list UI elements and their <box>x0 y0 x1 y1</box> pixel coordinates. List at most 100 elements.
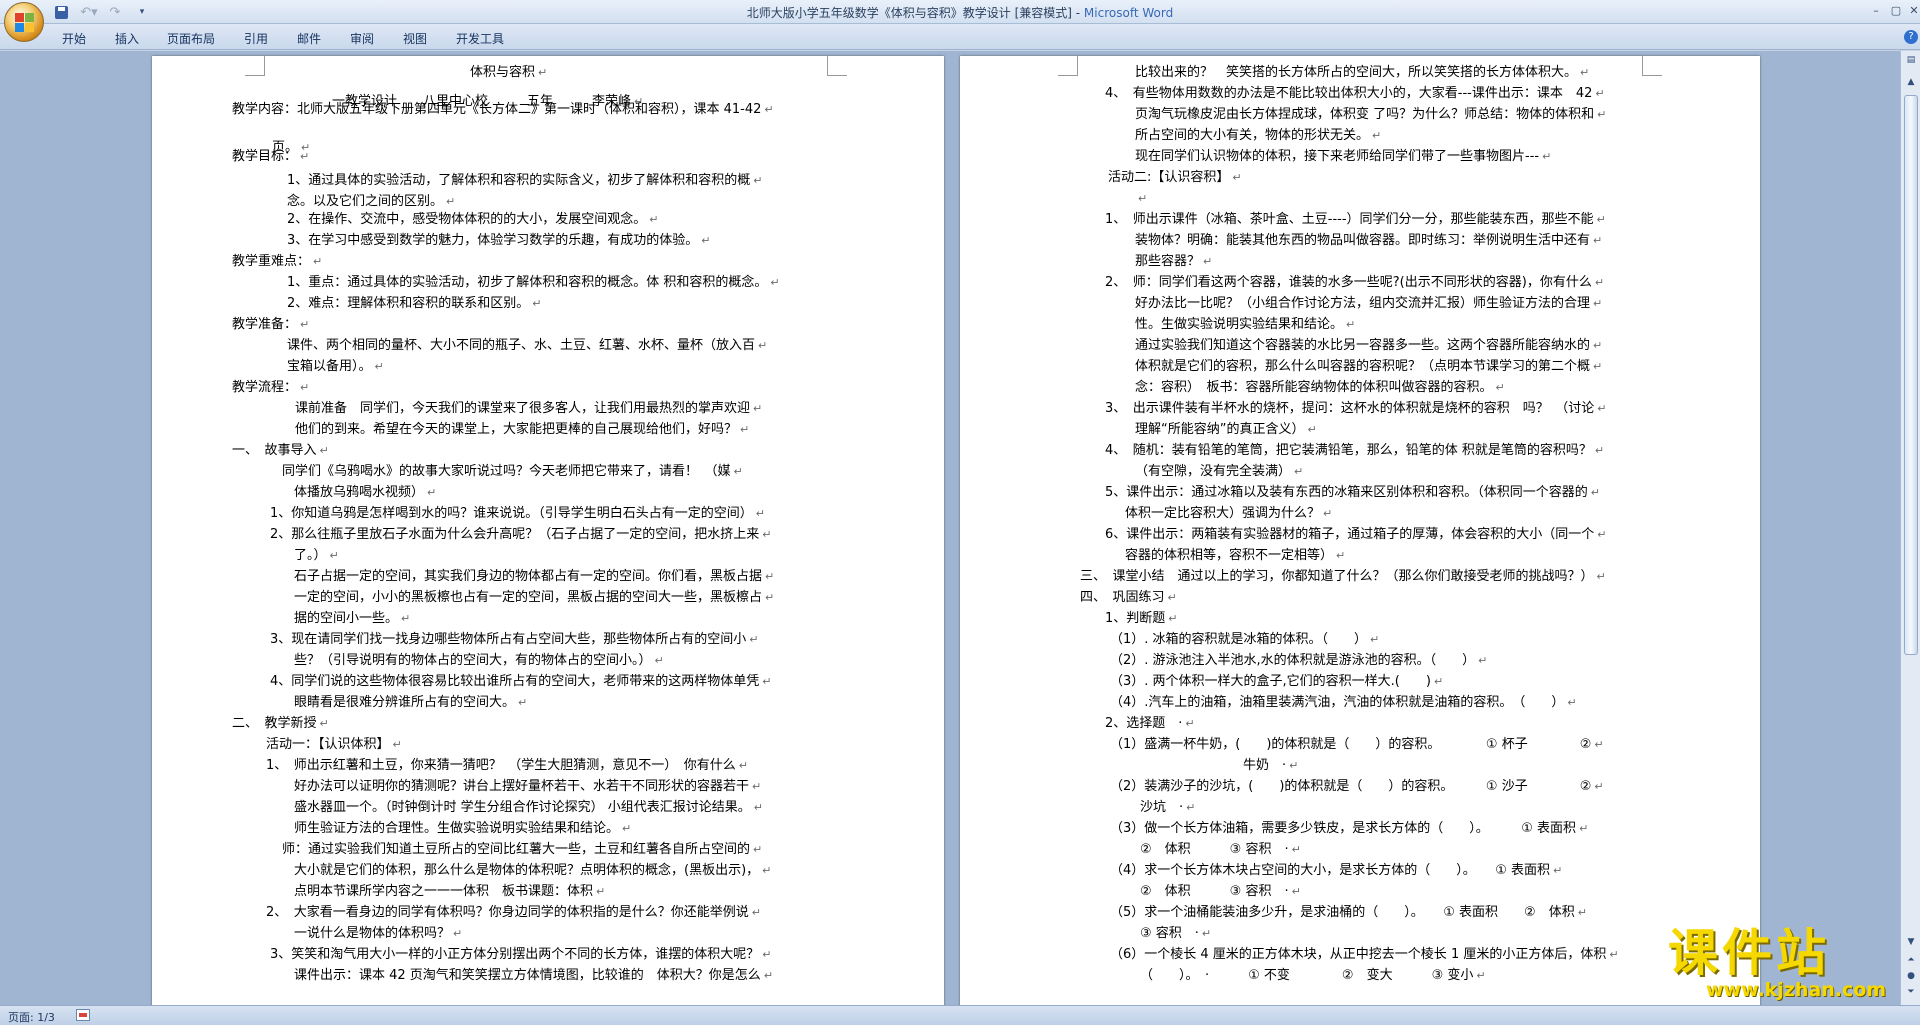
document-line[interactable]: 四、 巩固练习 ↵ <box>1080 587 1177 608</box>
tab-references[interactable]: 引用 <box>244 30 268 47</box>
document-line[interactable]: 石子占据一定的空间，其实我们身边的物体都占有一定的空间。你们看，黑板占据 ↵ <box>294 566 774 587</box>
document-line[interactable]: 页淘气玩橡皮泥由长方体捏成球，体积变 了吗？为什么？师总结：物体的体积和 ↵ <box>1135 104 1606 125</box>
document-line[interactable]: 2、选择题 · ↵ <box>1105 713 1195 734</box>
document-line[interactable]: 同学们《乌鸦喝水》的故事大家听说过吗？今天老师把它带来了，请看！ （媒 ↵ <box>282 461 743 482</box>
next-page-icon[interactable]: ⏷ <box>1903 985 1919 999</box>
document-line[interactable]: 容器的体积相等，容积不一定相等） ↵ <box>1125 545 1345 566</box>
document-line[interactable]: 牛奶 · ↵ <box>1243 755 1298 776</box>
document-line[interactable]: 沙坑 · ↵ <box>1140 797 1195 818</box>
tab-page-layout[interactable]: 页面布局 <box>167 30 215 47</box>
document-line[interactable]: （3）做一个长方体油箱，需要多少铁皮，是求长方体的（ ）。 ① 表面积 ↵ <box>1110 818 1588 839</box>
document-line[interactable]: 1、判断题 ↵ <box>1105 608 1178 629</box>
document-line[interactable]: 大小就是它们的体积，那么什么是物体的体积呢？点明体积的概念，(黑板出示)， ↵ <box>294 860 771 881</box>
office-button[interactable] <box>4 2 44 42</box>
document-line[interactable]: （6）一个棱长 4 厘米的正方体木块，从正中挖去一个棱长 1 厘米的小正方体后，… <box>1110 944 1619 965</box>
help-icon[interactable]: ? <box>1904 30 1918 44</box>
document-line[interactable]: 好办法可以证明你的猜测呢？讲台上摆好量杯若干、水若干不同形状的容器若干 ↵ <box>294 776 761 797</box>
document-line[interactable]: 2、在操作、交流中，感受物体体积的的大小，发展空间观念。 ↵ <box>287 209 659 230</box>
document-line[interactable]: 体积一定比容积大）强调为什么？ ↵ <box>1125 503 1332 524</box>
vertical-scrollbar[interactable]: ▤ ▲ ▼ ⏶ ● ⏷ <box>1900 51 1920 1005</box>
document-line[interactable]: 3、笑笑和淘气用大小一样的小正方体分别摆出两个不同的长方体，谁摆的体积大呢？ ↵ <box>270 944 772 965</box>
tab-developer[interactable]: 开发工具 <box>456 30 504 47</box>
document-line[interactable]: （ ）。 · ① 不变 ② 变大 ③ 变小 ↵ <box>1140 965 1486 986</box>
scrollbar-thumb[interactable] <box>1904 95 1918 655</box>
document-line[interactable]: 1、通过具体的实验活动，了解体积和容积的实际含义，初步了解体积和容积的概 ↵ <box>287 170 763 191</box>
document-line[interactable]: 他们的到来。希望在今天的课堂上，大家能把更棒的自己展现给他们，好吗？ ↵ <box>295 419 749 440</box>
document-line[interactable]: 教学内容：北师大版五年级下册第四单元《长方体二》第一课时（体积和容积），课本 4… <box>232 99 774 120</box>
document-line[interactable]: 3、现在请同学们找一找身边哪些物体所占有占空间大些，那些物体所占有的空间小 ↵ <box>270 629 759 650</box>
document-line[interactable]: 了。） ↵ <box>294 545 339 566</box>
document-line[interactable]: 那些容器？ ↵ <box>1135 251 1212 272</box>
document-line[interactable]: 活动一：【认识体积】 ↵ <box>266 734 402 755</box>
minimize-button[interactable]: – <box>1866 2 1886 18</box>
tab-home[interactable]: 开始 <box>62 30 86 47</box>
document-line[interactable]: 教学目标： ↵ <box>232 146 309 167</box>
document-line[interactable]: ② 体积 ③ 容积 · ↵ <box>1140 881 1301 902</box>
scroll-up-icon[interactable]: ▲ <box>1903 75 1919 89</box>
document-line[interactable]: 教学重难点： ↵ <box>232 251 322 272</box>
document-line[interactable]: 活动二:【认识容积】 ↵ <box>1108 167 1242 188</box>
document-line[interactable]: 2、那么往瓶子里放石子水面为什么会升高呢？（石子占据了一定的空间，把水挤上来 ↵ <box>270 524 772 545</box>
document-line[interactable]: 性。生做实验说明实验结果和结论。 ↵ <box>1135 314 1355 335</box>
document-line[interactable]: （3）. 两个体积一样大的盒子,它们的容积一样大.( ) ↵ <box>1110 671 1443 692</box>
document-line[interactable]: 所占空间的大小有关，物体的形状无关。 ↵ <box>1135 125 1381 146</box>
document-line[interactable]: 念：容积） 板书：容器所能容纳物体的体积叫做容器的容积。 ↵ <box>1135 377 1505 398</box>
document-line[interactable]: （5）求一个油桶能装油多少升，是求油桶的（ ）。 ① 表面积 ② 体积 ↵ <box>1110 902 1587 923</box>
document-line[interactable]: 体播放乌鸦喝水视频） ↵ <box>294 482 436 503</box>
document-line[interactable]: 体积就是它们的容积，那么什么叫容器的容积呢？（点明本节课学习的第二个概 ↵ <box>1135 356 1602 377</box>
document-line[interactable]: 装物体？明确：能装其他东西的物品叫做容器。即时练习：举例说明生活中还有 ↵ <box>1135 230 1602 251</box>
document-line[interactable]: 一说什么是物体的体积吗？ ↵ <box>294 923 462 944</box>
document-line[interactable]: 1、你知道乌鸦是怎样喝到水的吗？谁来说说。（引导学生明白石头占有一定的空间） ↵ <box>270 503 765 524</box>
document-area[interactable]: 体积与容积 ↵ 一教学设计 八里中心校 五年 李荣峰 ↵ 教学内容：北师大版五年级下册第… <box>0 51 1900 1005</box>
document-line[interactable]: 教学准备： ↵ <box>232 314 309 335</box>
document-line[interactable]: 盛水器皿一个。（时钟倒计时 学生分组合作讨论探究） 小组代表汇报讨论结果。 ↵ <box>294 797 763 818</box>
document-line[interactable]: 一、 故事导入 ↵ <box>232 440 329 461</box>
document-line[interactable]: 一定的空间，小小的黑板檫也占有一定的空间，黑板占据的空间大一些，黑板檫占 ↵ <box>294 587 774 608</box>
tab-review[interactable]: 审阅 <box>350 30 374 47</box>
close-button[interactable]: ✕ <box>1904 2 1920 18</box>
document-line[interactable]: （1）. 冰箱的容积就是冰箱的体积。（ ） ↵ <box>1110 629 1379 650</box>
tab-insert[interactable]: 插入 <box>115 30 139 47</box>
document-line[interactable]: 比较出来的？ 笑笑搭的长方体所占的空间大，所以笑笑搭的长方体体积大。 ↵ <box>1135 62 1589 83</box>
document-line[interactable]: 现在同学们认识物体的体积，接下来老师给同学们带了一些事物图片--- ↵ <box>1135 146 1551 167</box>
document-line[interactable]: 2、难点：理解体积和容积的联系和区别。 ↵ <box>287 293 542 314</box>
document-line[interactable]: 好办法比一比呢？（小组合作讨论方法，组内交流并汇报）师生验证方法的合理 ↵ <box>1135 293 1602 314</box>
document-line[interactable]: 据的空间小一些。 ↵ <box>294 608 410 629</box>
tab-mailings[interactable]: 邮件 <box>297 30 321 47</box>
document-line[interactable]: 点明本节课所学内容之一一一体积 板书课题：体积 ↵ <box>294 881 605 902</box>
document-line[interactable]: （1）盛满一杯牛奶，( )的体积就是（ ）的容积。 ① 杯子 ② ↵ <box>1110 734 1604 755</box>
document-line[interactable]: 师生验证方法的合理性。生做实验说明实验结果和结论。 ↵ <box>294 818 631 839</box>
document-page-1[interactable]: 体积与容积 ↵ 一教学设计 八里中心校 五年 李荣峰 ↵ 教学内容：北师大版五年级下册第… <box>152 56 944 1005</box>
document-line[interactable]: 1、 师出示红薯和土豆，你来猜一猜吧？ （学生大胆猜测，意见不一） 你有什么 ↵ <box>266 755 748 776</box>
document-line[interactable]: （2）. 游泳池注入半池水,水的体积就是游泳池的容积。（ ） ↵ <box>1110 650 1487 671</box>
tab-view[interactable]: 视图 <box>403 30 427 47</box>
document-line[interactable]: 些？（引导说明有的物体占的空间大，有的物体占的空间小。） ↵ <box>294 650 664 671</box>
document-line[interactable]: 4、 有些物体用数数的办法是不能比较出体积大小的，大家看---课件出示：课本 4… <box>1105 83 1605 104</box>
browse-object-icon[interactable]: ● <box>1903 969 1919 983</box>
document-line[interactable]: 课前准备 同学们，今天我们的课堂来了很多客人，让我们用最热烈的掌声欢迎 ↵ <box>295 398 762 419</box>
scroll-down-icon[interactable]: ▼ <box>1903 935 1919 949</box>
document-line[interactable]: 5、课件出示：通过冰箱以及装有东西的冰箱来区别体积和容积。（体积同一个容器的 ↵ <box>1105 482 1600 503</box>
document-line[interactable]: 宝箱以备用）。 ↵ <box>287 356 384 377</box>
document-line[interactable]: 三、 课堂小结 通过以上的学习，你都知道了什么？（那么你们敢接受老师的挑战吗？）… <box>1080 566 1606 587</box>
document-line[interactable]: 2、 师：同学们看这两个容器，谁装的水多一些呢?(出示不同形状的容器)，你有什么… <box>1105 272 1604 293</box>
document-line[interactable]: 2、 大家看一看身边的同学有体积吗？你身边同学的体积指的是什么？你还能举例说 ↵ <box>266 902 761 923</box>
document-line[interactable]: 课件出示：课本 42 页淘气和笑笑摆立方体情境图，比较谁的 体积大？你是怎么 ↵ <box>294 965 773 986</box>
document-line[interactable]: （有空隙，没有完全装满） ↵ <box>1135 461 1303 482</box>
ruler-toggle-icon[interactable]: ▤ <box>1903 53 1919 67</box>
document-line[interactable]: ③ 容积 · ↵ <box>1140 923 1211 944</box>
document-line[interactable]: 师：通过实验我们知道土豆所占的空间比红薯大一些，土豆和红薯各自所占空间的 ↵ <box>282 839 762 860</box>
previous-page-icon[interactable]: ⏶ <box>1903 953 1919 967</box>
document-line[interactable]: 通过实验我们知道这个容器装的水比另一容器多一些。这两个容器所能容纳水的 ↵ <box>1135 335 1602 356</box>
document-line[interactable]: 体积与容积 ↵ <box>470 62 547 83</box>
document-line[interactable]: ② 体积 ③ 容积 · ↵ <box>1140 839 1301 860</box>
proofing-icon[interactable] <box>76 1009 90 1021</box>
document-line[interactable]: （4）.汽车上的油箱，油箱里装满汽油，汽油的体积就是油箱的容积。 （ ） ↵ <box>1110 692 1577 713</box>
document-line[interactable]: 4、同学们说的这些物体很容易比较出谁所占有的空间大，老师带来的这两样物体单凭 ↵ <box>270 671 772 692</box>
document-line[interactable]: 眼睛看是很难分辨谁所占有的空间大。 ↵ <box>294 692 527 713</box>
document-line[interactable]: 课件、两个相同的量杯、大小不同的瓶子、水、土豆、红薯、水杯、量杯（放入百 ↵ <box>287 335 767 356</box>
document-page-2[interactable]: 比较出来的？ 笑笑搭的长方体所占的空间大，所以笑笑搭的长方体体积大。 ↵ 4、 有些… <box>960 56 1760 1005</box>
document-line[interactable]: ↵ <box>1135 188 1147 209</box>
document-line[interactable]: 二、 教学新授 ↵ <box>232 713 329 734</box>
document-line[interactable]: （4）求一个长方体木块占空间的大小，是求长方体的（ ）。 ① 表面积 ↵ <box>1110 860 1562 881</box>
